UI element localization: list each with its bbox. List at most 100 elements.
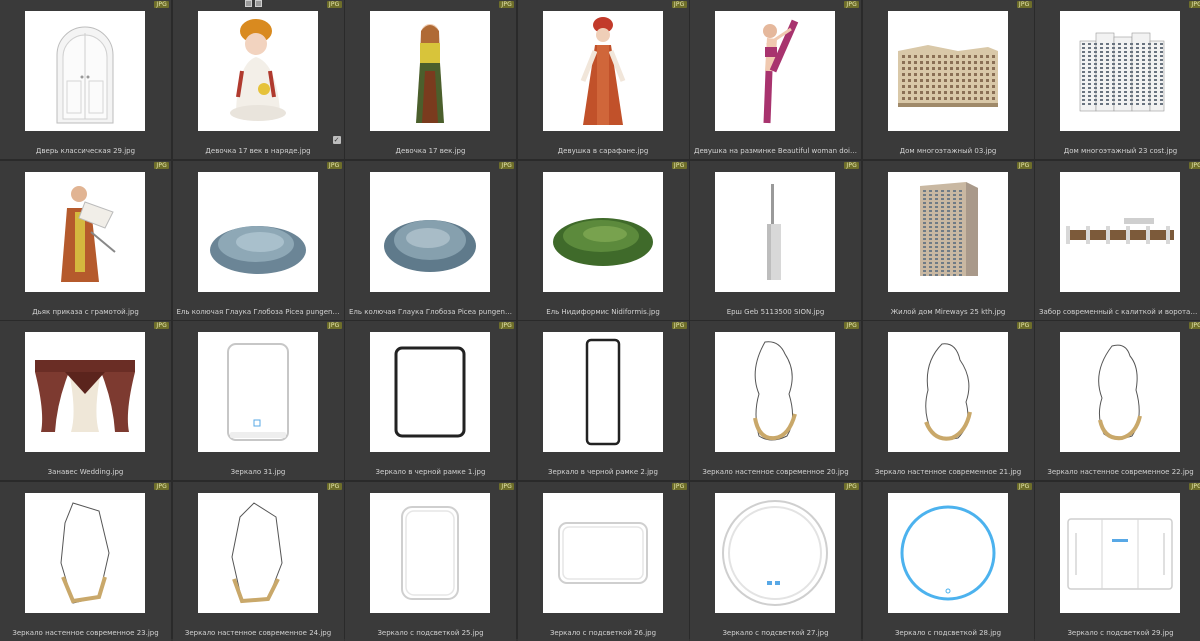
- file-type-badge: JPG: [154, 322, 169, 329]
- thumbnail-tile[interactable]: JPG Дверь классическая 29.jpg: [0, 0, 171, 159]
- file-type-badge: JPG: [1016, 322, 1032, 329]
- mirror-facet-2-icon[interactable]: [197, 492, 318, 613]
- thumbnail-tile[interactable]: JPG Зеркало настенное современное 22.jpg: [1035, 321, 1200, 480]
- file-type-badge: JPG: [1016, 1, 1032, 8]
- thumbnail-grid: JPG Дверь классическая 29.jpg JPG Девочка 1…: [0, 0, 1200, 641]
- thumbnail-tile[interactable]: JPG Дом многоэтажный 03.jpg: [862, 0, 1034, 159]
- file-type-badge: JPG: [499, 1, 514, 8]
- file-type-badge: JPG: [326, 322, 342, 329]
- file-type-badge: JPG: [844, 322, 859, 329]
- thumbnail-caption: Девочка 17 век.jpg: [395, 147, 466, 155]
- thumbnail-caption: Девушка в сарафане.jpg: [557, 147, 649, 155]
- checkbox-icon[interactable]: ✓: [332, 136, 341, 144]
- mirror-led-wide-icon[interactable]: [542, 492, 663, 613]
- mirror-organic-2-icon[interactable]: [887, 332, 1008, 452]
- file-type-badge: JPG: [154, 482, 169, 490]
- spruce-blue-icon[interactable]: [197, 171, 318, 292]
- spruce-blue-2-icon[interactable]: [370, 171, 490, 292]
- woman-sarafan-icon[interactable]: [542, 11, 663, 131]
- mirror-led-round-blue-icon[interactable]: [887, 492, 1008, 613]
- file-type-badge: JPG: [499, 161, 514, 169]
- thumbnail-caption: Дьяк приказа с грамотой.jpg: [32, 307, 139, 316]
- mirror-black-icon[interactable]: [370, 332, 490, 452]
- thumbnail-tile[interactable]: JPG Зеркало настенное современное 24.jpg: [172, 481, 344, 641]
- spruce-green-icon[interactable]: [542, 171, 663, 292]
- thumbnail-caption: Зеркало в черной рамке 1.jpg: [375, 468, 486, 476]
- thumbnail-tile[interactable]: JPG Дом многоэтажный 23 cost.jpg: [1035, 0, 1200, 159]
- mirror-organic-3-icon[interactable]: [1060, 332, 1180, 452]
- thumbnail-tile[interactable]: JPG Зеркало с подсветкой 28.jpg: [862, 481, 1034, 641]
- file-type-badge: JPG: [1189, 322, 1200, 329]
- file-type-badge: JPG: [326, 1, 342, 8]
- girl-sitting-icon[interactable]: [197, 11, 318, 131]
- file-type-badge: JPG: [671, 161, 687, 169]
- file-type-badge: JPG: [671, 322, 687, 329]
- thumbnail-caption: Зеркало настенное современное 21.jpg: [874, 468, 1022, 476]
- thumbnail-caption: Зеркало в черной рамке 2.jpg: [548, 468, 658, 476]
- thumbnail-tile[interactable]: JPG Ель Нидиформис Nidiformis.jpg: [517, 160, 689, 320]
- mirror-tall-black-icon[interactable]: [542, 332, 663, 452]
- toilet-brush-icon[interactable]: [715, 171, 835, 292]
- thumbnail-tile[interactable]: JPG Жилой дом Mireways 25 kth.jpg: [862, 160, 1034, 320]
- thumbnail-tile[interactable]: JPG Зеркало в черной рамке 1.jpg: [345, 321, 516, 480]
- thumbnail-tile[interactable]: JPG Девочка 17 век.jpg: [345, 0, 516, 159]
- thumbnail-tile[interactable]: JPG Зеркало с подсветкой 26.jpg: [517, 481, 689, 641]
- thumbnail-tile[interactable]: JPG Зеркало с подсветкой 27.jpg: [690, 481, 861, 641]
- mirror-led-round-icon[interactable]: [715, 492, 835, 613]
- thumbnail-caption: Зеркало с подсветкой 27.jpg: [722, 628, 829, 637]
- thumbnail-caption: Дверь классическая 29.jpg: [35, 147, 136, 155]
- thumbnail-tile[interactable]: JPG Ель колючая Глаука Глобоза Picea pung…: [172, 160, 344, 320]
- file-type-badge: JPG: [154, 161, 169, 169]
- curtain-icon[interactable]: [25, 332, 145, 452]
- hover-toolbar: [244, 0, 262, 7]
- door-arch-icon[interactable]: [25, 11, 145, 131]
- thumbnail-caption: Зеркало настенное современное 20.jpg: [702, 468, 849, 476]
- thumbnail-tile[interactable]: JPG Ерш Geb 5113500 SION.jpg: [690, 160, 861, 320]
- mirror-rounded-icon[interactable]: [197, 332, 318, 452]
- building-white-icon[interactable]: [1060, 11, 1180, 131]
- thumbnail-tile[interactable]: JPG Девушка на разминке Beautiful woman d…: [690, 0, 861, 159]
- file-type-badge: JPG: [844, 1, 859, 8]
- file-type-badge: JPG: [671, 1, 687, 8]
- thumbnail-caption: Жилой дом Mireways 25 kth.jpg: [890, 307, 1006, 316]
- thumbnail-tile[interactable]: JPG Дьяк приказа с грамотой.jpg: [0, 160, 171, 320]
- thumbnail-tile[interactable]: JPG Зеркало настенное современное 23.jpg: [0, 481, 171, 641]
- woman-gym-icon[interactable]: [715, 11, 835, 131]
- thumbnail-caption: Дом многоэтажный 23 cost.jpg: [1063, 147, 1178, 155]
- building-tall-icon[interactable]: [887, 171, 1008, 292]
- thumbnail-tile[interactable]: JPG Ель колючая Глаука Глобоза Picea pung…: [345, 160, 516, 320]
- thumbnail-caption: Девочка 17 век в наряде.jpg: [205, 147, 311, 155]
- select-square-icon[interactable]: [244, 0, 252, 7]
- thumbnail-tile[interactable]: JPG Забор современный с калиткой и ворота…: [1035, 160, 1200, 320]
- thumbnail-tile[interactable]: JPG Девушка в сарафане.jpg: [517, 0, 689, 159]
- file-type-badge: JPG: [1189, 482, 1200, 490]
- file-type-badge: JPG: [326, 482, 342, 490]
- man-scroll-icon[interactable]: [25, 171, 145, 292]
- mirror-organic-icon[interactable]: [715, 332, 835, 452]
- thumbnail-tile[interactable]: JPG Зеркало с подсветкой 25.jpg: [345, 481, 516, 641]
- building-low-icon[interactable]: [887, 11, 1008, 131]
- thumbnail-caption: Девушка на разминке Beautiful woman doin…: [694, 147, 857, 155]
- fence-icon[interactable]: [1060, 171, 1180, 292]
- thumbnail-caption: Ель колючая Глаука Глобоза Picea pungens…: [349, 307, 512, 316]
- thumbnail-tile[interactable]: JPG Зеркало настенное современное 21.jpg: [862, 321, 1034, 480]
- thumbnail-caption: Зеркало настенное современное 23.jpg: [12, 628, 159, 637]
- thumbnail-tile[interactable]: JPG Зеркало настенное современное 20.jpg: [690, 321, 861, 480]
- mirror-facet-icon[interactable]: [25, 492, 145, 613]
- file-type-badge: JPG: [326, 161, 342, 169]
- mirror-led-triple-icon[interactable]: [1060, 492, 1180, 613]
- thumbnail-caption: Ель Нидиформис Nidiformis.jpg: [546, 307, 660, 316]
- file-type-badge: JPG: [844, 161, 859, 169]
- mirror-led-rect-icon[interactable]: [370, 492, 490, 613]
- girl-dress-icon[interactable]: [370, 11, 490, 131]
- file-type-badge: JPG: [1016, 161, 1032, 169]
- thumbnail-tile[interactable]: JPG Зеркало в черной рамке 2.jpg: [517, 321, 689, 480]
- file-type-badge: JPG: [844, 482, 859, 490]
- thumbnail-tile[interactable]: JPG Девочка 17 век в наряде.jpg ✓: [172, 0, 344, 159]
- thumbnail-tile[interactable]: JPG Занавес Wedding.jpg: [0, 321, 171, 480]
- file-type-badge: JPG: [1189, 1, 1200, 8]
- thumbnail-caption: Дом многоэтажный 03.jpg: [899, 147, 997, 155]
- thumbnail-tile[interactable]: JPG Зеркало с подсветкой 29.jpg: [1035, 481, 1200, 641]
- edit-icon[interactable]: [254, 0, 262, 7]
- thumbnail-tile[interactable]: JPG Зеркало 31.jpg: [172, 321, 344, 480]
